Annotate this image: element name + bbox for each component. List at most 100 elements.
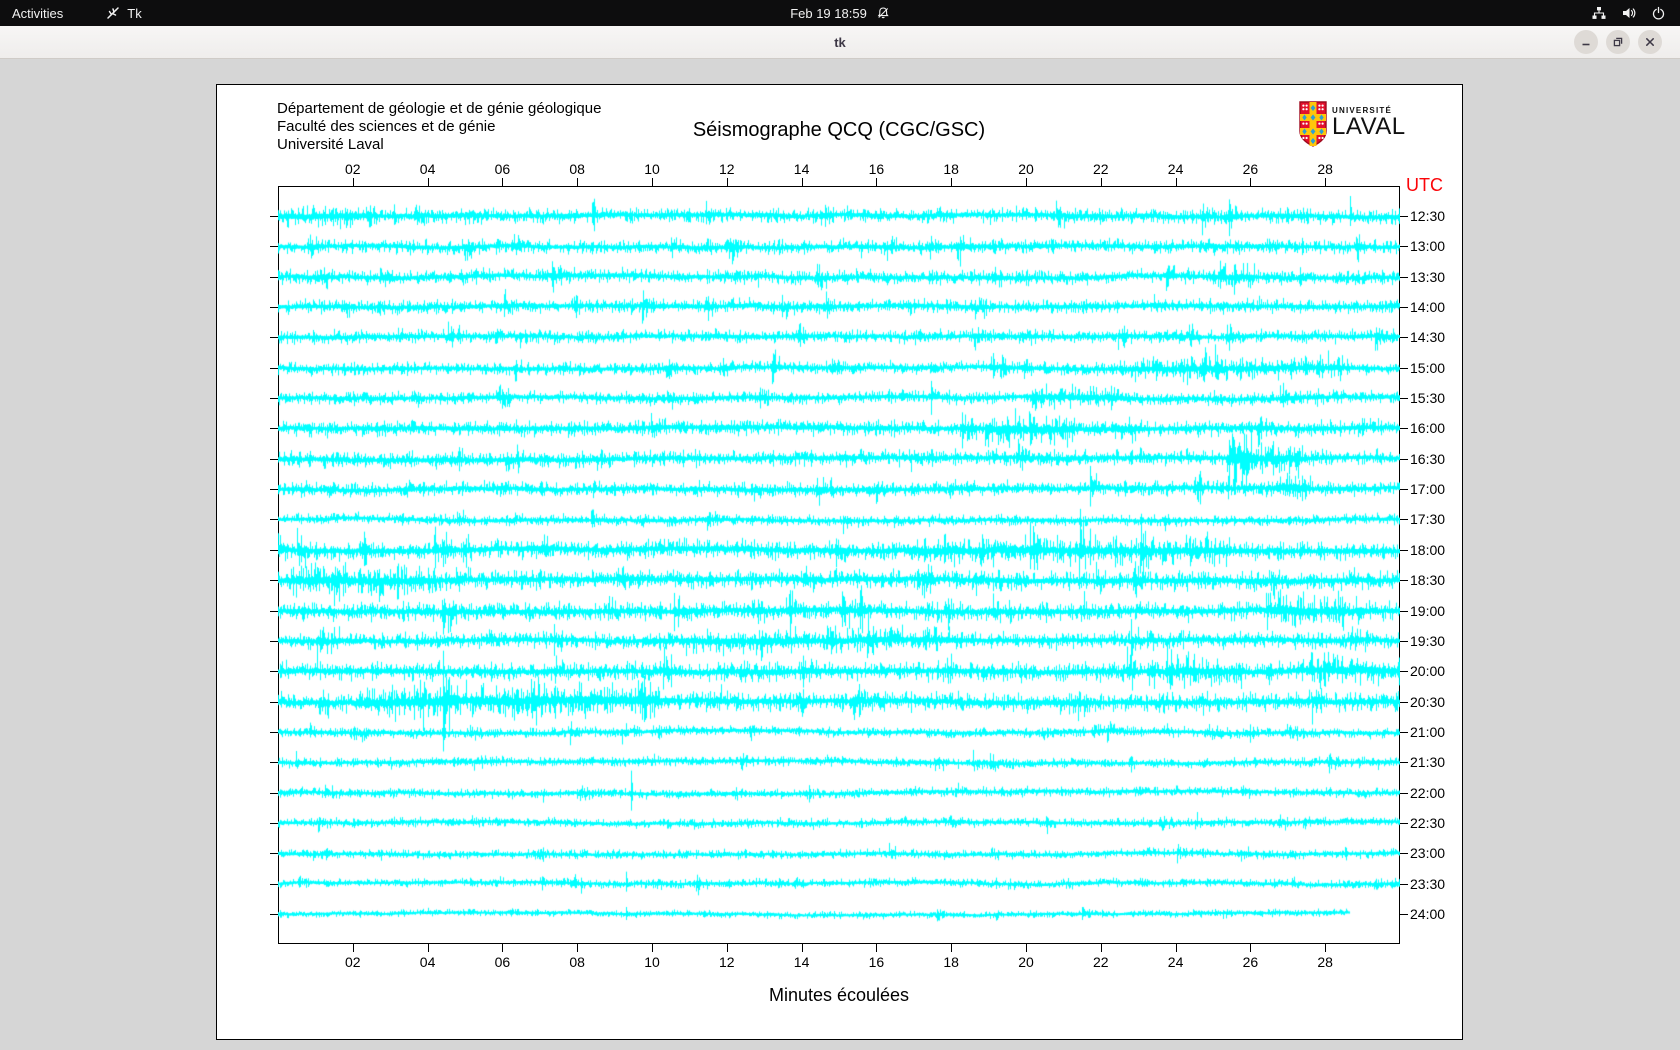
row-tick-left [270,216,278,217]
trace-canvas [278,186,1400,944]
x-tick-top [427,178,429,186]
close-button[interactable] [1638,30,1662,54]
power-icon [1651,6,1666,21]
x-tick-top [577,178,579,186]
header-department: Département de géologie et de génie géol… [277,100,602,117]
system-status-area[interactable] [1577,0,1680,26]
network-wired-icon [1591,5,1607,21]
row-time-label: 18:00 [1410,542,1446,558]
row-time-label: 19:30 [1410,633,1446,649]
row-tick-left [270,671,278,672]
row-tick-left [270,246,278,247]
row-time-label: 13:00 [1410,238,1446,254]
x-tick-label-bottom: 28 [1317,954,1333,970]
x-tick-label-top: 18 [943,161,959,177]
minimize-button[interactable] [1574,30,1598,54]
gnome-top-bar: Activities Tk Feb 19 18:59 [0,0,1680,26]
maximize-button[interactable] [1606,30,1630,54]
x-tick-top [1175,178,1177,186]
x-tick-top [1250,178,1252,186]
row-tick-right [1400,459,1408,460]
row-time-label: 17:00 [1410,481,1446,497]
x-tick-label-bottom: 12 [719,954,735,970]
x-tick-label-bottom: 18 [943,954,959,970]
x-tick-label-top: 04 [419,161,436,177]
row-tick-left [270,337,278,338]
x-tick-bottom [876,944,878,952]
row-tick-right [1400,641,1408,642]
row-tick-right [1400,428,1408,429]
row-tick-left [270,277,278,278]
x-tick-label-bottom: 08 [569,954,585,970]
row-time-label: 13:30 [1410,269,1446,285]
row-tick-right [1400,702,1408,703]
x-tick-label-bottom: 24 [1167,954,1184,970]
x-tick-bottom [1325,944,1327,952]
row-tick-left [270,914,278,915]
x-tick-top [1325,178,1327,186]
notifications-disabled-icon [876,6,890,20]
x-tick-top [502,178,504,186]
x-tick-label-bottom: 02 [345,954,361,970]
row-time-label: 21:00 [1410,724,1446,740]
row-tick-right [1400,307,1408,308]
row-tick-right [1400,793,1408,794]
row-tick-left [270,641,278,642]
row-tick-right [1400,732,1408,733]
row-time-label: 20:30 [1410,694,1446,710]
row-time-label: 12:30 [1410,208,1446,224]
row-tick-left [270,550,278,551]
row-time-label: 17:30 [1410,511,1446,527]
row-tick-left [270,428,278,429]
row-tick-right [1400,611,1408,612]
row-tick-left [270,793,278,794]
row-time-label: 23:30 [1410,876,1446,892]
row-tick-left [270,762,278,763]
row-tick-left [270,459,278,460]
row-time-label: 22:30 [1410,815,1446,831]
x-tick-top [726,178,728,186]
row-time-label: 16:30 [1410,451,1446,467]
row-time-label: 14:30 [1410,329,1446,345]
row-tick-right [1400,337,1408,338]
x-tick-top [876,178,878,186]
row-tick-right [1400,823,1408,824]
row-tick-right [1400,762,1408,763]
x-tick-bottom [652,944,653,952]
x-tick-label-top: 02 [345,161,361,177]
row-tick-left [270,702,278,703]
row-tick-right [1400,398,1408,399]
x-tick-top [801,178,803,186]
row-time-label: 20:00 [1410,663,1446,679]
row-tick-right [1400,246,1408,247]
row-time-label: 15:30 [1410,390,1446,406]
x-tick-bottom [502,944,504,952]
row-tick-right [1400,914,1408,915]
x-tick-bottom [577,944,579,952]
x-tick-top [652,178,653,186]
app-label: Tk [127,5,142,21]
activities-label: Activities [12,5,64,21]
app-menu-button[interactable]: Tk [93,0,153,26]
activities-button[interactable]: Activities [0,0,75,26]
row-tick-left [270,489,278,490]
x-tick-top [951,178,953,186]
row-tick-right [1400,853,1408,854]
row-tick-right [1400,580,1408,581]
row-tick-right [1400,550,1408,551]
row-time-label: 24:00 [1410,906,1446,922]
clock-button[interactable]: Feb 19 18:59 [790,0,890,26]
row-time-label: 15:00 [1410,360,1446,376]
utc-label: UTC [1406,175,1443,195]
x-tick-label-top: 20 [1018,161,1034,177]
volume-icon [1621,5,1637,21]
x-tick-bottom [1250,944,1252,952]
row-tick-left [270,884,278,885]
row-tick-right [1400,216,1408,217]
row-tick-right [1400,519,1408,520]
row-time-label: 19:00 [1410,603,1446,619]
x-tick-label-top: 26 [1242,161,1259,177]
row-tick-right [1400,368,1408,369]
x-tick-label-bottom: 22 [1093,954,1109,970]
plot-title: Séismographe QCQ (CGC/GSC) [692,119,986,141]
